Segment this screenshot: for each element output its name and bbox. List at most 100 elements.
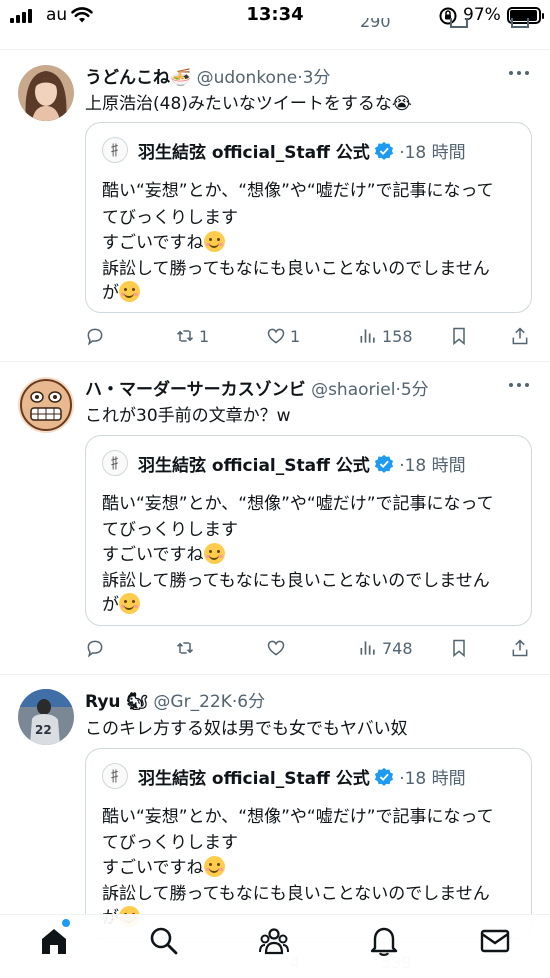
retweet-icon xyxy=(176,330,194,342)
quoted-tweet[interactable]: 羽生結弦 official_Staff 公式 ·18 時間 酷い“妄想”とか、“… xyxy=(85,435,532,626)
tweet-text: このキレ方する奴は男でも女でもヤバい奴 xyxy=(85,719,408,739)
share-icon xyxy=(512,327,528,345)
verified-badge-icon xyxy=(374,454,393,473)
person-portrait-avatar[interactable] xyxy=(18,65,74,121)
quoted-text-line: すごいですね xyxy=(102,853,225,878)
search-icon[interactable] xyxy=(148,925,180,957)
tweet-action-bar: 748 xyxy=(0,638,550,664)
quoted-display-name: 羽生結弦 official_Staff 公式 xyxy=(138,143,370,163)
smiling-face-emoji xyxy=(203,543,225,564)
svg-text:22: 22 xyxy=(35,723,52,737)
quoted-text-line: てびっくりします xyxy=(102,833,238,853)
verified-badge-icon xyxy=(374,767,393,786)
user-handle[interactable]: @Gr_22K xyxy=(153,692,231,712)
views-button[interactable]: 748 xyxy=(358,638,413,658)
new-posts-indicator xyxy=(62,919,70,927)
quoted-user-avatar[interactable] xyxy=(102,450,128,476)
reply-button[interactable] xyxy=(85,326,109,346)
home-icon[interactable] xyxy=(38,925,70,957)
quoted-text-line: 酷い“妄想”とか、“想像”や“嘘だけ”で記事になって xyxy=(102,494,494,514)
quoted-text-line: すごいですね xyxy=(102,228,225,253)
smiling-face-emoji xyxy=(203,856,225,877)
quoted-text-line: てびっくりします xyxy=(102,520,238,540)
analytics-icon xyxy=(360,329,375,343)
bookmark-button[interactable] xyxy=(449,638,469,658)
quoted-text-line: てびっくりします xyxy=(102,208,238,228)
tweet-action-bar: 1 1 158 xyxy=(0,326,550,352)
tweet-time[interactable]: 3分 xyxy=(303,68,331,88)
quoted-user-avatar[interactable] xyxy=(102,763,128,789)
views-count: 748 xyxy=(382,638,413,658)
reply-button[interactable] xyxy=(85,638,109,658)
messages-icon[interactable] xyxy=(479,925,511,957)
quoted-display-name: 羽生結弦 official_Staff 公式 xyxy=(138,456,370,476)
tweet-text: 上原浩治(48)みたいなツイートをするな😭 xyxy=(85,94,412,114)
quoted-tweet-time: 18 時間 xyxy=(404,456,466,476)
tweet-time[interactable]: 5分 xyxy=(401,380,429,400)
bookmark-icon xyxy=(453,327,465,346)
retweet-button[interactable] xyxy=(175,638,199,658)
share-icon xyxy=(511,18,529,28)
quoted-tweet-time: 18 時間 xyxy=(404,143,466,163)
more-options-icon[interactable] xyxy=(508,380,530,390)
quoted-display-name: 羽生結弦 official_Staff 公式 xyxy=(138,769,370,789)
quoted-tweet-header: 羽生結弦 official_Staff 公式 ·18 時間 xyxy=(138,454,466,476)
tweet-time[interactable]: 6分 xyxy=(237,692,265,712)
user-handle[interactable]: @udonkone xyxy=(197,68,298,88)
quoted-tweet-time: 18 時間 xyxy=(404,769,466,789)
tweet-header: うどんこね🍜 @udonkone·3分 xyxy=(85,68,331,88)
like-button[interactable] xyxy=(266,638,290,658)
retweet-button[interactable]: 1 xyxy=(175,326,209,346)
display-name[interactable]: ハ・マーダーサーカスゾンビ xyxy=(85,380,306,400)
bookmark-button[interactable] xyxy=(449,326,469,346)
quoted-tweet[interactable]: 羽生結弦 official_Staff 公式 ·18 時間 酷い“妄想”とか、“… xyxy=(85,122,532,313)
notifications-icon[interactable] xyxy=(368,925,400,957)
bottom-navigation xyxy=(0,914,550,978)
retweet-icon xyxy=(176,642,194,654)
smiling-face-emoji xyxy=(119,593,140,614)
quoted-tweet[interactable]: 羽生結弦 official_Staff 公式 ·18 時間 酷い“妄想”とか、“… xyxy=(85,748,532,939)
bookmark-icon xyxy=(453,639,465,658)
analytics-icon xyxy=(360,641,375,655)
like-button[interactable]: 1 xyxy=(266,326,300,346)
tweet[interactable]: ハ・マーダーサーカスゾンビ @shaoriel·5分 これが30手前の文章か？w… xyxy=(0,362,550,674)
display-name[interactable]: うどんこね🍜 xyxy=(85,68,191,88)
quoted-text-line: 酷い“妄想”とか、“想像”や“嘘だけ”で記事になって xyxy=(102,181,494,201)
reply-icon xyxy=(87,640,103,658)
share-button[interactable] xyxy=(510,638,530,658)
quoted-text-line: 訴訟して勝ってもなにも良いことないのでしません xyxy=(102,571,490,591)
user-handle[interactable]: @shaoriel xyxy=(311,380,395,400)
baseball-player-avatar[interactable]: 22 xyxy=(18,689,74,745)
quoted-text-line: 訴訟して勝ってもなにも良いことないのでしません xyxy=(102,259,490,279)
quoted-text-line: が xyxy=(102,590,140,615)
more-options-icon[interactable] xyxy=(508,68,530,78)
verified-badge-icon xyxy=(374,141,393,160)
share-button[interactable] xyxy=(510,326,530,346)
heart-icon xyxy=(267,640,285,656)
smiling-face-emoji xyxy=(119,281,140,302)
views-count: 290 xyxy=(360,18,391,31)
bookmark-icon xyxy=(450,18,468,28)
quoted-user-avatar[interactable] xyxy=(102,137,128,163)
quoted-tweet-header: 羽生結弦 official_Staff 公式 ·18 時間 xyxy=(138,767,466,789)
tweet[interactable]: うどんこね🍜 @udonkone·3分 上原浩治(48)みたいなツイートをするな… xyxy=(0,50,550,361)
views-button[interactable]: 158 xyxy=(358,326,413,346)
quoted-text-line: すごいですね xyxy=(102,540,225,565)
cartoon-face-avatar[interactable] xyxy=(18,377,74,433)
heart-icon xyxy=(267,328,285,344)
previous-tweet-action-bar: 290 xyxy=(0,18,550,50)
smiling-face-emoji xyxy=(203,231,225,252)
communities-icon[interactable] xyxy=(258,925,290,957)
tweet-header: ハ・マーダーサーカスゾンビ @shaoriel·5分 xyxy=(85,380,429,400)
display-name[interactable]: Ryu 🐿 xyxy=(85,692,148,712)
reply-icon xyxy=(87,328,103,346)
quoted-text-line: 訴訟して勝ってもなにも良いことないのでしません xyxy=(102,884,490,904)
retweet-count: 1 xyxy=(199,326,210,346)
tweet-text: これが30手前の文章か？w xyxy=(85,406,291,426)
quoted-text-line: 酷い“妄想”とか、“想像”や“嘘だけ”で記事になって xyxy=(102,807,494,827)
views-count: 158 xyxy=(382,326,413,346)
quoted-text-line: が xyxy=(102,278,140,303)
like-count: 1 xyxy=(290,326,301,346)
quoted-tweet-header: 羽生結弦 official_Staff 公式 ·18 時間 xyxy=(138,141,466,163)
tweet-header: Ryu 🐿 @Gr_22K·6分 xyxy=(85,692,266,712)
